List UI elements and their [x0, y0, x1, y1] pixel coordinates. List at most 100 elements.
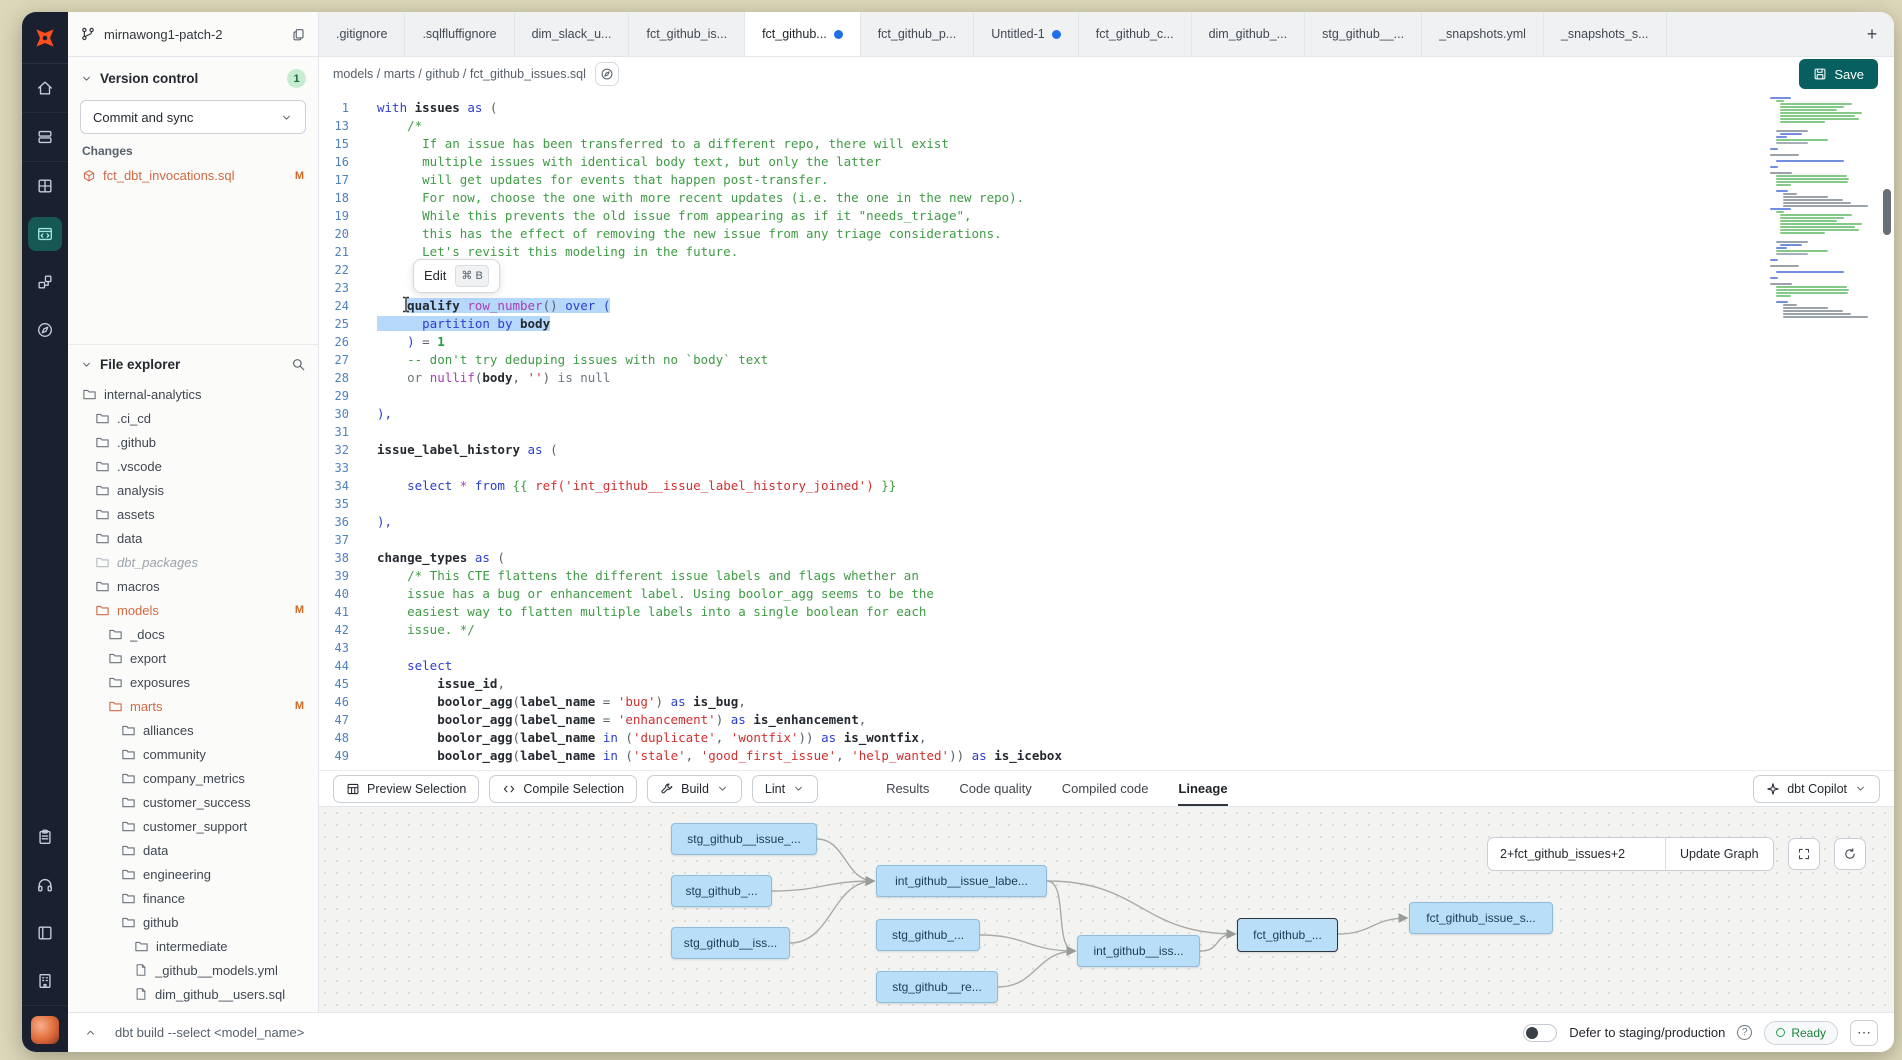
code-line[interactable]: 42 issue. */: [319, 621, 1894, 639]
code-line[interactable]: 35: [319, 495, 1894, 513]
code-line[interactable]: 26 ) = 1: [319, 333, 1894, 351]
ide-icon[interactable]: [22, 210, 68, 258]
lineage-node[interactable]: int_github__issue_labe...: [876, 865, 1047, 897]
support-icon[interactable]: [22, 861, 68, 909]
code-line[interactable]: 17 will get updates for events that happ…: [319, 171, 1894, 189]
update-graph-button[interactable]: Update Graph: [1666, 837, 1773, 871]
notes-icon[interactable]: [22, 813, 68, 861]
minimap[interactable]: [1770, 97, 1874, 319]
tree-item[interactable]: .github: [80, 430, 306, 454]
defer-toggle[interactable]: [1523, 1024, 1557, 1042]
lint-button[interactable]: Lint: [752, 775, 818, 803]
commit-and-sync-button[interactable]: Commit and sync: [80, 100, 306, 134]
version-control-header[interactable]: Version control 1: [80, 69, 306, 88]
file-tab[interactable]: stg_github__...: [1305, 12, 1422, 56]
compile-selection-button[interactable]: Compile Selection: [489, 775, 637, 803]
command-input[interactable]: dbt build --select <model_name>: [115, 1025, 304, 1040]
tree-item[interactable]: _docs: [80, 622, 306, 646]
code-line[interactable]: 24 qualify row_number() over (: [319, 297, 1894, 315]
tree-item[interactable]: engineering: [80, 862, 306, 886]
file-tab[interactable]: .sqlfluffignore: [405, 12, 514, 56]
code-line[interactable]: 49 boolor_agg(label_name in ('stale', 'g…: [319, 747, 1894, 765]
file-tab[interactable]: _snapshots_s...: [1544, 12, 1667, 56]
result-tab-compiled-code[interactable]: Compiled code: [1062, 771, 1149, 807]
code-line[interactable]: 38change_types as (: [319, 549, 1894, 567]
code-line[interactable]: 22: [319, 261, 1894, 279]
tree-item[interactable]: finance: [80, 886, 306, 910]
code-line[interactable]: 19 While this prevents the old issue fro…: [319, 207, 1894, 225]
home-icon[interactable]: [22, 64, 68, 112]
editor-scrollbar-thumb[interactable]: [1883, 189, 1891, 235]
file-tab[interactable]: fct_github_c...: [1079, 12, 1192, 56]
code-line[interactable]: 41 easiest way to flatten multiple label…: [319, 603, 1894, 621]
result-tab-results[interactable]: Results: [886, 771, 929, 807]
environments-icon[interactable]: [22, 162, 68, 210]
code-line[interactable]: 29: [319, 387, 1894, 405]
tree-item[interactable]: dim_github__users.sql: [80, 982, 306, 1006]
docs-icon[interactable]: [22, 909, 68, 957]
tree-item[interactable]: analysis: [80, 478, 306, 502]
code-line[interactable]: 30),: [319, 405, 1894, 423]
lineage-node[interactable]: stg_github__iss...: [671, 927, 790, 959]
lineage-node[interactable]: stg_github_...: [671, 875, 772, 907]
refresh-button[interactable]: [1834, 838, 1866, 870]
explore-icon[interactable]: [22, 306, 68, 354]
file-tab[interactable]: .gitignore: [319, 12, 405, 56]
changed-file-row[interactable]: fct_dbt_invocations.sql M: [80, 166, 306, 185]
tree-item[interactable]: _github__models.yml: [80, 958, 306, 982]
code-line[interactable]: 16 multiple issues with identical body t…: [319, 153, 1894, 171]
code-line[interactable]: 44 select: [319, 657, 1894, 675]
code-line[interactable]: 21 Let's revisit this modeling in the fu…: [319, 243, 1894, 261]
tree-item[interactable]: github: [80, 910, 306, 934]
code-line[interactable]: 33: [319, 459, 1894, 477]
file-tab[interactable]: fct_github...: [745, 12, 861, 56]
file-tab[interactable]: Untitled-1: [974, 12, 1079, 56]
user-avatar[interactable]: [31, 1016, 59, 1044]
new-tab-button[interactable]: +: [1850, 12, 1894, 56]
code-line[interactable]: 18 For now, choose the one with more rec…: [319, 189, 1894, 207]
graph-selector-input[interactable]: 2+fct_github_issues+2: [1488, 837, 1666, 871]
tree-item[interactable]: data: [80, 838, 306, 862]
code-line[interactable]: 45 issue_id,: [319, 675, 1894, 693]
more-options-button[interactable]: ⋯: [1850, 1020, 1878, 1046]
file-tab[interactable]: fct_github_p...: [861, 12, 975, 56]
tree-item[interactable]: customer_success: [80, 790, 306, 814]
code-line[interactable]: 20 this has the effect of removing the n…: [319, 225, 1894, 243]
docs-compass-button[interactable]: [595, 62, 619, 86]
code-editor[interactable]: 1with issues as (13 /*15 If an issue has…: [319, 91, 1894, 770]
code-line[interactable]: 27 -- don't try deduping issues with no …: [319, 351, 1894, 369]
help-icon[interactable]: [1737, 1025, 1752, 1040]
code-line[interactable]: 34 select * from {{ ref('int_github__iss…: [319, 477, 1894, 495]
tree-item[interactable]: internal-analytics: [80, 382, 306, 406]
lineage-panel[interactable]: stg_github__issue_... stg_github_... stg_g…: [319, 806, 1894, 1012]
lineage-node[interactable]: stg_github__re...: [876, 971, 998, 1003]
code-line[interactable]: 13 /*: [319, 117, 1894, 135]
copy-icon[interactable]: [291, 27, 306, 42]
tree-item[interactable]: alliances: [80, 718, 306, 742]
code-line[interactable]: 15 If an issue has been transferred to a…: [319, 135, 1894, 153]
tree-item[interactable]: modelsM: [80, 598, 306, 622]
lineage-node[interactable]: stg_github_...: [876, 919, 980, 951]
tree-item[interactable]: .vscode: [80, 454, 306, 478]
code-line[interactable]: 32issue_label_history as (: [319, 441, 1894, 459]
fullscreen-button[interactable]: [1788, 838, 1820, 870]
file-tab[interactable]: dim_slack_u...: [515, 12, 630, 56]
lineage-node[interactable]: fct_github_issue_s...: [1409, 902, 1553, 934]
tree-item[interactable]: customer_support: [80, 814, 306, 838]
tree-item[interactable]: data: [80, 526, 306, 550]
file-tab[interactable]: fct_github_is...: [629, 12, 745, 56]
tree-item[interactable]: .ci_cd: [80, 406, 306, 430]
file-explorer-header[interactable]: File explorer: [80, 357, 306, 372]
tree-item[interactable]: export: [80, 646, 306, 670]
code-line[interactable]: 25 partition by body: [319, 315, 1894, 333]
tree-item[interactable]: community: [80, 742, 306, 766]
tree-item[interactable]: martsM: [80, 694, 306, 718]
jobs-icon[interactable]: [22, 113, 68, 161]
result-tab-code-quality[interactable]: Code quality: [959, 771, 1031, 807]
tree-item[interactable]: intermediate: [80, 934, 306, 958]
tree-item[interactable]: dbt_packages: [80, 550, 306, 574]
dbt-logo-icon[interactable]: [22, 12, 68, 64]
lineage-node[interactable]: stg_github__issue_...: [671, 823, 817, 855]
code-line[interactable]: 36),: [319, 513, 1894, 531]
search-icon[interactable]: [291, 357, 306, 372]
